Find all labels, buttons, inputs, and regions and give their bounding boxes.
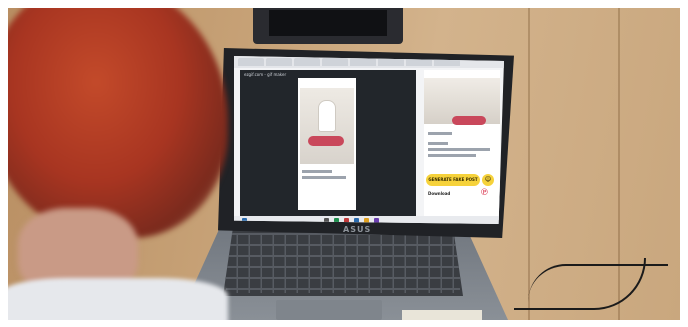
photo-scene: ASUS ezgif.com - gif maker GENERATE FAKE…: [8, 8, 680, 320]
post-actions: [428, 132, 452, 135]
rose-petals: [452, 116, 486, 125]
browser-tab: [294, 58, 320, 66]
browser-tab: [350, 58, 376, 66]
post-photo: [300, 88, 354, 164]
caption-line: [428, 142, 448, 145]
touchpad: [276, 300, 382, 320]
charging-cable: [528, 264, 668, 302]
person-foreground: [8, 8, 238, 320]
settings-icon[interactable]: ☺: [482, 174, 494, 186]
download-label[interactable]: Download: [428, 191, 450, 196]
bidet-image: [318, 100, 336, 132]
browser-tab: [378, 58, 404, 66]
caption-line: [302, 170, 332, 173]
brand-logo: ASUS: [343, 225, 372, 234]
rose-petals: [308, 136, 344, 146]
browser-tab: [238, 58, 264, 66]
viewer-title: ezgif.com - gif maker: [244, 72, 287, 77]
background-laptop: [253, 8, 403, 44]
background-laptop-screen: [269, 10, 387, 36]
browser-tab: [266, 58, 292, 66]
taskbar-app-icon[interactable]: [374, 218, 379, 223]
post-preview: [298, 78, 356, 210]
fake-post-generator: GENERATE FAKE POST ☺ Download ℗: [424, 70, 500, 220]
red-hair: [8, 8, 228, 238]
browser-tab: [322, 58, 348, 66]
post-photo: [424, 78, 500, 125]
laptop-screen: ezgif.com - gif maker GENERATE FAKE POST…: [234, 56, 504, 224]
keyboard: [223, 230, 463, 296]
caption-line: [428, 154, 476, 157]
pinterest-icon[interactable]: ℗: [480, 188, 489, 198]
caption-line: [302, 176, 346, 179]
image-viewer-window: ezgif.com - gif maker: [240, 70, 416, 216]
generate-fake-post-button[interactable]: GENERATE FAKE POST: [426, 174, 480, 186]
spec-label: [402, 310, 482, 320]
taskbar-app-icon[interactable]: [364, 218, 369, 223]
caption-line: [428, 148, 490, 151]
keys: [226, 233, 460, 293]
shirt: [8, 278, 228, 320]
